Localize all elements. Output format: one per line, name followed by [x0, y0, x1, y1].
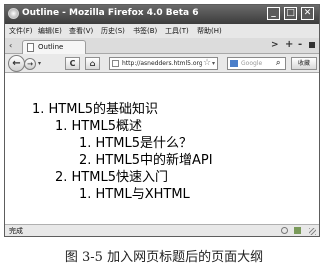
menu-view[interactable]: 查看(V) [69, 26, 93, 36]
tab-scroll-left-icon[interactable]: ‹ [9, 41, 12, 50]
reload-button[interactable]: C [65, 57, 80, 70]
search-box[interactable]: Google ⌕ [227, 57, 286, 70]
new-tab-button[interactable]: + [285, 39, 293, 50]
menu-history[interactable]: 历史(S) [101, 26, 125, 36]
browser-window: Outline - Mozilla Firefox 4.0 Beta 6 _ □… [4, 4, 320, 237]
figure-caption: 图 3-5 加入网页标题后的页面大纲 [64, 250, 264, 265]
url-text: http://asnedders.html5.org/outliner/ [122, 60, 202, 67]
search-placeholder: Google [241, 60, 263, 67]
tab-outline[interactable]: Outline [22, 40, 86, 54]
page-icon [27, 43, 34, 52]
menu-file[interactable]: 文件(F) [9, 26, 33, 36]
page-content: 1. HTML5的基础知识 1. HTML5概述 1. HTML5是什么？ 2.… [5, 73, 319, 224]
maximize-button[interactable]: □ [284, 7, 297, 20]
site-identity-icon[interactable] [112, 60, 119, 67]
panorama-icon[interactable] [309, 42, 315, 48]
menu-help[interactable]: 帮助(H) [197, 26, 222, 36]
window-title: Outline - Mozilla Firefox 4.0 Beta 6 [22, 8, 199, 18]
home-button[interactable]: ⌂ [85, 57, 100, 70]
bookmarks-button[interactable]: 收藏 [291, 57, 317, 70]
close-button[interactable]: ✕ [301, 7, 314, 20]
addon-icon[interactable] [281, 227, 288, 234]
firefox-icon [8, 8, 19, 19]
menu-bar: 文件(F) 编辑(E) 查看(V) 历史(S) 书签(B) 工具(T) 帮助(H… [5, 24, 319, 38]
url-dropdown-icon[interactable]: ▾ [212, 60, 215, 67]
forward-button[interactable]: → [24, 58, 36, 70]
menu-bookmarks[interactable]: 书签(B) [133, 26, 157, 36]
tab-label: Outline [38, 43, 64, 51]
title-bar[interactable]: Outline - Mozilla Firefox 4.0 Beta 6 _ □… [5, 5, 319, 24]
url-bar[interactable]: http://asnedders.html5.org/outliner/ ☆ ▾ [109, 57, 218, 70]
menu-edit[interactable]: 编辑(E) [38, 26, 62, 36]
search-icon[interactable]: ⌕ [276, 58, 280, 68]
menu-tools[interactable]: 工具(T) [165, 26, 189, 36]
tab-menu-button[interactable]: - [298, 39, 302, 50]
search-engine-icon[interactable] [230, 60, 238, 67]
bookmark-star-icon[interactable]: ☆ [203, 58, 211, 68]
list-all-tabs-button[interactable]: > [271, 40, 279, 50]
history-dropdown-icon[interactable]: ▾ [38, 60, 41, 67]
minimize-button[interactable]: _ [267, 7, 280, 20]
resize-grip-icon[interactable] [309, 228, 316, 235]
status-bar: 完成 [5, 224, 319, 236]
sync-icon[interactable] [294, 227, 301, 234]
back-button[interactable]: ← [8, 55, 25, 72]
navigation-bar: ← → ▾ C ⌂ http://asnedders.html5.org/out… [5, 54, 319, 73]
tab-bar: ‹ Outline > + - [5, 38, 319, 54]
outline-item: 1. HTML与XHTML [79, 187, 190, 202]
status-text: 完成 [9, 227, 23, 235]
